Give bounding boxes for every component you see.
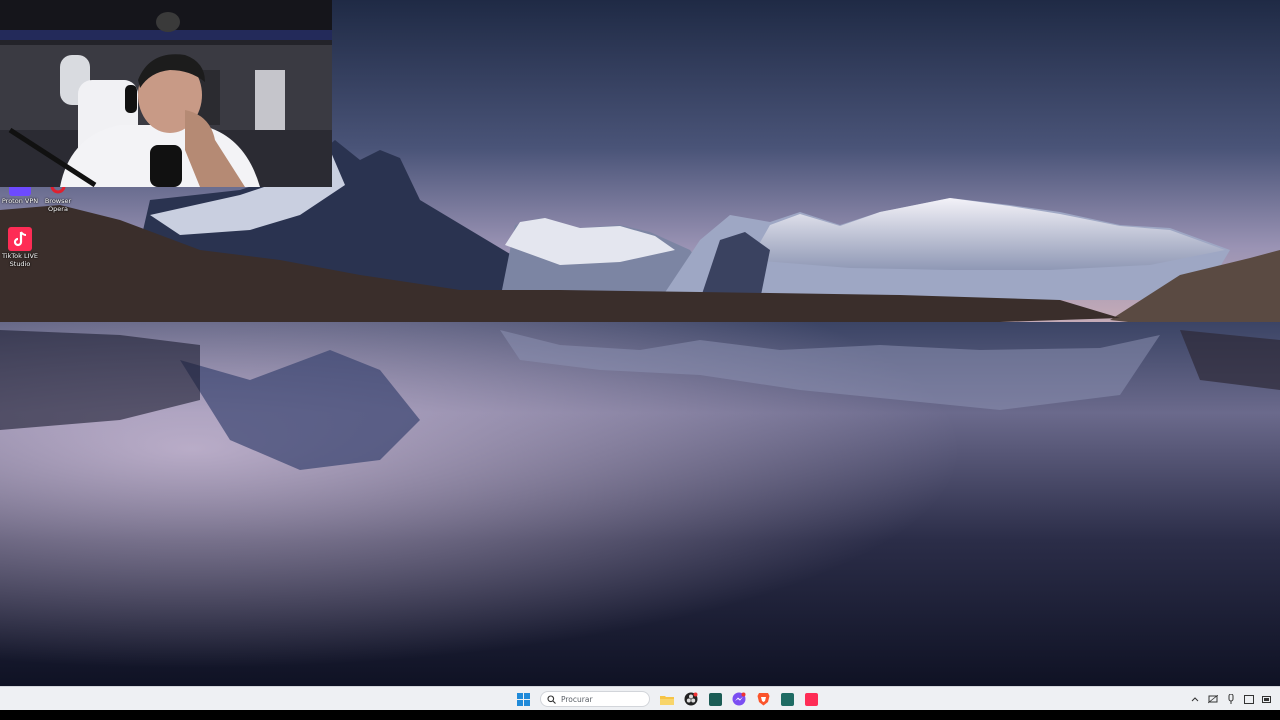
webcam-feed-image — [0, 0, 332, 187]
desktop-icon-tiktok-live-studio[interactable]: TikTok LIVE Studio — [0, 227, 40, 268]
tray-battery-button[interactable] — [1261, 692, 1272, 706]
proton-vpn-icon — [9, 186, 31, 196]
code-editor-icon — [780, 692, 794, 706]
taskbar: Procurar — [0, 686, 1280, 710]
brave-browser-icon — [757, 693, 769, 706]
taskbar-center: Procurar — [514, 689, 820, 709]
tiktok-live-studio-icon — [804, 692, 818, 706]
start-button[interactable] — [514, 690, 532, 708]
search-placeholder: Procurar — [561, 694, 593, 704]
notification-icon — [1243, 694, 1254, 704]
taskbar-search-box[interactable]: Procurar — [540, 691, 650, 707]
system-tray — [1189, 691, 1272, 707]
network-icon — [1207, 694, 1218, 703]
tray-notifications-button[interactable] — [1243, 692, 1254, 706]
desktop-icon-opera[interactable]: Browser Opera — [38, 185, 78, 213]
battery-icon — [1261, 695, 1271, 703]
search-icon — [547, 694, 556, 704]
taskbar-app-terminal[interactable] — [706, 690, 724, 708]
tray-network-button[interactable] — [1207, 692, 1218, 706]
desktop-icon-label: Browser Opera — [44, 197, 72, 213]
taskbar-app-code-editor[interactable] — [778, 690, 796, 708]
taskbar-app-messenger[interactable] — [730, 690, 748, 708]
tiktok-live-studio-icon — [8, 227, 32, 251]
desktop-icon-label: TikTok LIVE Studio — [1, 252, 39, 268]
opera-browser-icon — [47, 185, 69, 196]
chevron-up-icon — [1191, 697, 1198, 702]
tray-overflow-button[interactable] — [1189, 692, 1200, 706]
taskbar-app-obs-studio[interactable] — [682, 690, 700, 708]
speaker-icon — [1228, 694, 1233, 704]
desktop-screen: Proton VPN Browser Opera TikTok LIVE Stu… — [0, 0, 1280, 720]
taskbar-app-tiktok-live-studio[interactable] — [802, 690, 820, 708]
windows-logo-icon — [516, 692, 530, 706]
taskbar-app-file-explorer[interactable] — [658, 690, 676, 708]
messenger-icon — [732, 692, 746, 706]
obs-studio-icon — [684, 692, 698, 706]
desktop-icon-proton-vpn[interactable]: Proton VPN — [0, 186, 40, 205]
webcam-overlay — [0, 0, 332, 187]
terminal-app-icon — [708, 692, 722, 706]
screen-bottom-edge — [0, 710, 1280, 720]
taskbar-app-brave[interactable] — [754, 690, 772, 708]
desktop-icon-label: Proton VPN — [1, 197, 39, 205]
file-explorer-icon — [660, 695, 674, 705]
tray-volume-button[interactable] — [1225, 692, 1236, 706]
